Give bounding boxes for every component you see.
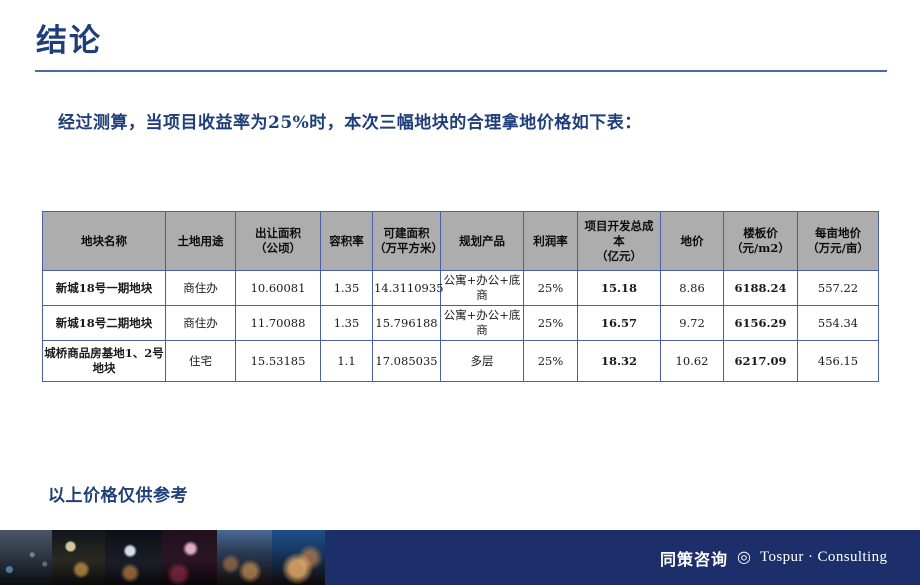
footer-brand: 同策咨询 ◎ Tospur · Consulting	[660, 530, 920, 585]
cell-floor-price: 6188.24	[723, 270, 798, 306]
cell-buildable-area: 15.796188	[372, 305, 441, 341]
header-line-1: 楼板价	[743, 226, 778, 240]
header-line-1: 地块名称	[81, 233, 127, 248]
header-line-1: 利润率	[533, 233, 568, 248]
table-row: 新城18号一期地块 商住办 10.60081 1.35 14.3110935 公…	[42, 270, 879, 306]
cell-floor-price: 6217.09	[723, 340, 798, 382]
cell-total-cost: 18.32	[577, 340, 661, 382]
table-header-row: 地块名称 土地用途 出让面积 （公顷） 容积率 可建面积 （万平方米） 规划产品…	[42, 211, 879, 271]
col-header-profit-rate: 利润率	[523, 211, 578, 271]
cell-price-per-mu: 554.34	[797, 305, 879, 341]
header-line-2: （元/m2）	[731, 241, 790, 255]
city-photo-3	[105, 530, 162, 585]
header-line-1: 地价	[680, 233, 704, 248]
cell-far: 1.35	[320, 305, 373, 341]
table-row: 城桥商品房基地1、2号地块 住宅 15.53185 1.1 17.085035 …	[42, 340, 879, 382]
header-line-1: 土地用途	[177, 233, 224, 248]
header-line-1: 项目开发总成本	[584, 218, 654, 248]
city-photo-1	[0, 530, 52, 585]
header-line-1: 可建面积	[383, 226, 430, 240]
cell-land-use: 商住办	[165, 305, 236, 341]
header-line-2: （万元/亩）	[807, 241, 869, 255]
cell-profit-rate: 25%	[523, 340, 578, 382]
col-header-name: 地块名称	[42, 211, 166, 271]
col-header-total-cost: 项目开发总成本 （亿元）	[577, 211, 661, 271]
col-header-land-use: 土地用途	[165, 211, 236, 271]
header-line-1: 规划产品	[459, 233, 505, 248]
cell-far: 1.35	[320, 270, 373, 306]
col-header-product: 规划产品	[440, 211, 524, 271]
land-price-table: 地块名称 土地用途 出让面积 （公顷） 容积率 可建面积 （万平方米） 规划产品…	[42, 211, 879, 382]
cell-land-use: 住宅	[165, 340, 236, 382]
table-row: 新城18号二期地块 商住办 11.70088 1.35 15.796188 公寓…	[42, 305, 879, 341]
city-photo-6	[272, 530, 325, 585]
cell-price-per-mu: 557.22	[797, 270, 879, 306]
title-divider	[35, 70, 887, 72]
header-line-1: 每亩地价	[815, 226, 861, 240]
cell-land-use: 商住办	[165, 270, 236, 306]
col-header-far: 容积率	[320, 211, 373, 271]
cell-buildable-area: 17.085035	[372, 340, 441, 382]
subtitle-text: 经过测算，当项目收益率为25%时，本次三幅地块的合理拿地价格如下表：	[58, 113, 642, 133]
header-line-1: 出让面积	[255, 226, 301, 240]
brand-logo-icon: ◎	[737, 548, 751, 566]
cell-land-price: 8.86	[660, 270, 724, 306]
city-photo-4	[162, 530, 217, 585]
cell-land-price: 9.72	[660, 305, 724, 341]
cell-product: 公寓+办公+底商	[440, 270, 524, 306]
cell-land-price: 10.62	[660, 340, 724, 382]
brand-name-en: Tospur · Consulting	[759, 549, 888, 565]
header-line-2: （亿元）	[596, 248, 642, 263]
col-header-floor-price: 楼板价 （元/m2）	[723, 211, 798, 271]
brand-name-cn: 同策咨询	[660, 549, 729, 569]
header-line-2: （万平方米）	[374, 241, 443, 255]
city-photo-5	[217, 530, 272, 585]
cell-name: 新城18号一期地块	[42, 270, 166, 306]
land-price-table-container: 地块名称 土地用途 出让面积 （公顷） 容积率 可建面积 （万平方米） 规划产品…	[42, 211, 879, 382]
cell-buildable-area: 14.3110935	[372, 270, 444, 306]
city-photo-2	[52, 530, 105, 585]
cell-far: 1.1	[320, 340, 373, 382]
col-header-buildable-area: 可建面积 （万平方米）	[372, 211, 443, 271]
cell-price-per-mu: 456.15	[797, 340, 879, 382]
footnote-text: 以上价格仅供参考	[48, 486, 188, 506]
cell-total-cost: 15.18	[577, 270, 661, 306]
cell-total-cost: 16.57	[577, 305, 661, 341]
cell-name: 新城18号二期地块	[42, 305, 166, 341]
cell-profit-rate: 25%	[523, 305, 578, 341]
col-header-transfer-area: 出让面积 （公顷）	[235, 211, 321, 271]
cell-transfer-area: 11.70088	[235, 305, 321, 341]
cell-transfer-area: 10.60081	[235, 270, 321, 306]
page-title: 结论	[36, 23, 102, 59]
cell-profit-rate: 25%	[523, 270, 578, 306]
cell-transfer-area: 15.53185	[235, 340, 321, 382]
header-line-1: 容积率	[329, 233, 364, 248]
col-header-price-per-mu: 每亩地价 （万元/亩）	[797, 211, 879, 271]
header-line-2: （公顷）	[255, 241, 301, 255]
city-photo-strip	[0, 530, 325, 585]
cell-name: 城桥商品房基地1、2号地块	[42, 340, 166, 382]
cell-floor-price: 6156.29	[723, 305, 798, 341]
col-header-land-price: 地价	[660, 211, 724, 271]
cell-product: 公寓+办公+底商	[440, 305, 524, 341]
cell-product: 多层	[440, 340, 524, 382]
